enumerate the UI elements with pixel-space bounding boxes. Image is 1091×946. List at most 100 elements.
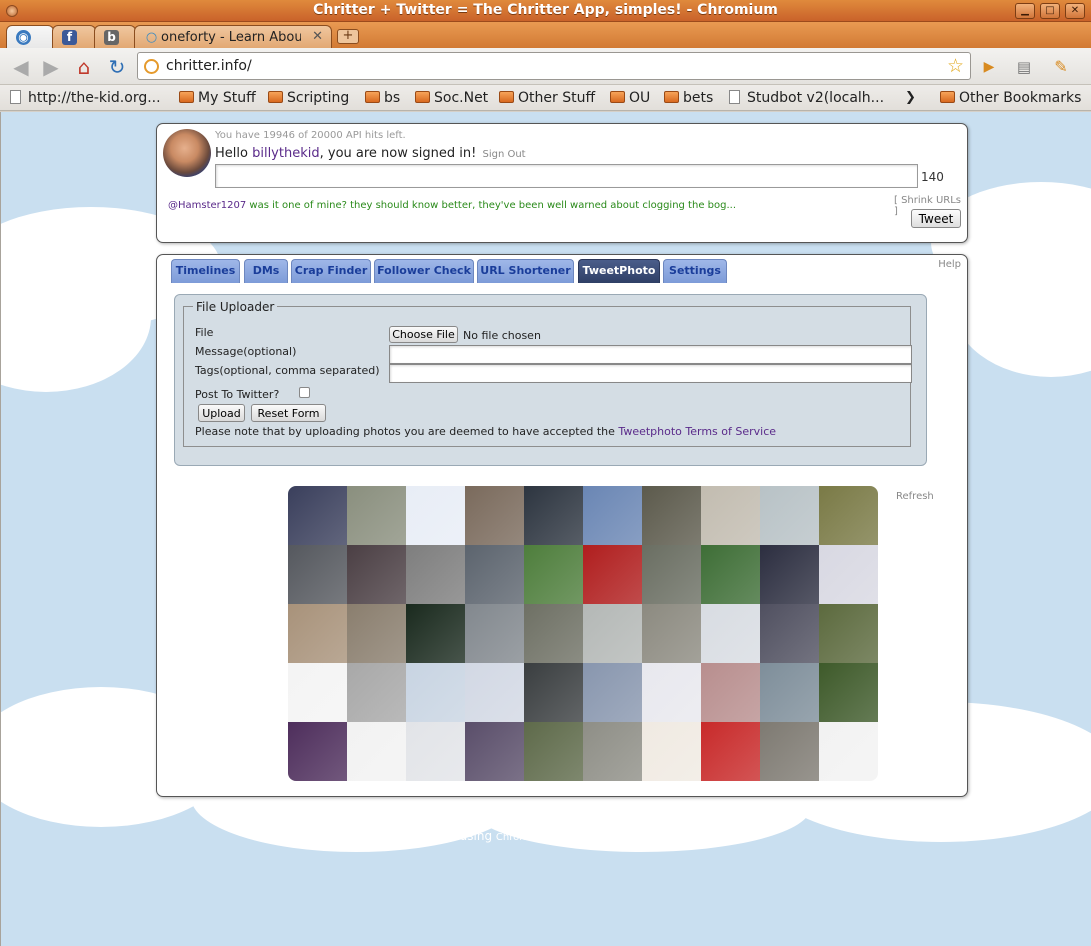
photo-thumbnail[interactable]	[465, 486, 524, 545]
tab-timelines[interactable]: Timelines	[171, 259, 240, 283]
tab-facebook[interactable]: f	[52, 25, 96, 48]
photo-thumbnail[interactable]	[406, 604, 465, 663]
photo-thumbnail[interactable]	[819, 545, 878, 604]
bookmark-other-stuff[interactable]: Other Stuff	[499, 88, 595, 108]
photo-thumbnail[interactable]	[347, 604, 406, 663]
tab-url-shortener[interactable]: URL Shortener	[477, 259, 574, 283]
help-link[interactable]: Help	[938, 259, 961, 270]
tweet-input[interactable]	[215, 164, 918, 188]
photo-thumbnail[interactable]	[819, 486, 878, 545]
sign-out-link[interactable]: Sign Out	[482, 149, 525, 160]
photo-thumbnail[interactable]	[760, 722, 819, 781]
photo-thumbnail[interactable]	[288, 486, 347, 545]
photo-thumbnail[interactable]	[642, 722, 701, 781]
back-icon[interactable]: ◀	[10, 56, 32, 78]
photo-thumbnail[interactable]	[642, 663, 701, 722]
chrome-link[interactable]: Chrome	[496, 832, 535, 843]
close-tab-icon[interactable]: ✕	[312, 29, 323, 44]
photo-thumbnail[interactable]	[288, 604, 347, 663]
username-link[interactable]: billythekid	[252, 146, 320, 161]
bookmark-star-icon[interactable]: ☆	[947, 55, 964, 77]
upload-button[interactable]: Upload	[198, 404, 245, 422]
photo-thumbnail[interactable]	[642, 604, 701, 663]
wrench-icon[interactable]: ✎	[1050, 56, 1072, 78]
address-bar[interactable]: ☆	[137, 52, 971, 80]
photo-thumbnail[interactable]	[819, 663, 878, 722]
photo-thumbnail[interactable]	[583, 722, 642, 781]
bookmark-bets[interactable]: bets	[664, 88, 713, 108]
photo-thumbnail[interactable]	[288, 663, 347, 722]
reply-mention-link[interactable]: @Hamster1207	[168, 200, 246, 211]
tags-input[interactable]	[389, 364, 912, 383]
photo-thumbnail[interactable]	[406, 722, 465, 781]
photo-thumbnail[interactable]	[406, 486, 465, 545]
maximize-button[interactable]: □	[1040, 3, 1060, 19]
photo-thumbnail[interactable]	[406, 663, 465, 722]
reset-form-button[interactable]: Reset Form	[251, 404, 326, 422]
photo-thumbnail[interactable]	[760, 486, 819, 545]
photo-thumbnail[interactable]	[524, 604, 583, 663]
bookmarks-overflow-icon[interactable]: ❯	[905, 88, 916, 108]
tab-dms[interactable]: DMs	[244, 259, 288, 283]
terms-of-service-link[interactable]: Tweetphoto Terms of Service	[618, 425, 776, 438]
photo-thumbnail[interactable]	[701, 663, 760, 722]
message-input[interactable]	[389, 345, 912, 364]
photo-thumbnail[interactable]	[760, 663, 819, 722]
photo-thumbnail[interactable]	[760, 545, 819, 604]
tweet-button[interactable]: Tweet	[911, 209, 961, 228]
forward-icon[interactable]: ▶	[40, 56, 62, 78]
new-tab-button[interactable]: +	[337, 29, 359, 44]
footer-user-link[interactable]: billythekid	[449, 814, 501, 825]
photo-thumbnail[interactable]	[347, 486, 406, 545]
photo-thumbnail[interactable]	[583, 545, 642, 604]
reload-icon[interactable]: ↻	[106, 56, 128, 78]
photo-thumbnail[interactable]	[347, 663, 406, 722]
bookmark-studbot[interactable]: Studbot v2(localh...	[729, 88, 884, 108]
bookmark-bs[interactable]: bs	[365, 88, 400, 108]
photo-thumbnail[interactable]	[701, 486, 760, 545]
photo-thumbnail[interactable]	[583, 604, 642, 663]
photo-thumbnail[interactable]	[465, 722, 524, 781]
photo-thumbnail[interactable]	[524, 722, 583, 781]
tweetphoto-link[interactable]: TweetPhoto	[633, 814, 690, 825]
tab-chritter[interactable]: ◉	[6, 25, 54, 48]
url-input[interactable]	[166, 56, 926, 76]
bookmark-ou[interactable]: OU	[610, 88, 650, 108]
photo-thumbnail[interactable]	[406, 545, 465, 604]
close-window-button[interactable]: ✕	[1065, 3, 1085, 19]
photo-thumbnail[interactable]	[524, 486, 583, 545]
tab-follower-check[interactable]: Follower Check	[374, 259, 474, 283]
photo-thumbnail[interactable]	[819, 604, 878, 663]
tab-settings[interactable]: Settings	[663, 259, 727, 283]
post-to-twitter-checkbox[interactable]	[299, 387, 310, 398]
twitter-link[interactable]: Twitter	[582, 814, 616, 825]
photo-thumbnail[interactable]	[583, 486, 642, 545]
page-menu-icon[interactable]: ▤	[1013, 56, 1035, 78]
photo-thumbnail[interactable]	[760, 604, 819, 663]
play-icon[interactable]: ▶	[978, 56, 1000, 78]
photo-thumbnail[interactable]	[465, 604, 524, 663]
tab-oneforty[interactable]: ○ oneforty - Learn Abou... ✕	[134, 25, 332, 48]
photo-thumbnail[interactable]	[819, 722, 878, 781]
tab-crap-finder[interactable]: Crap Finder	[291, 259, 371, 283]
tab-b[interactable]: b	[94, 25, 136, 48]
photo-thumbnail[interactable]	[642, 545, 701, 604]
bookmark-other-bookmarks[interactable]: Other Bookmarks	[940, 88, 1081, 108]
photo-thumbnail[interactable]	[701, 545, 760, 604]
photo-thumbnail[interactable]	[347, 722, 406, 781]
bookmark-soc-net[interactable]: Soc.Net	[415, 88, 488, 108]
photo-thumbnail[interactable]	[524, 545, 583, 604]
refresh-link[interactable]: Refresh	[896, 491, 934, 502]
choose-file-button[interactable]: Choose File	[389, 326, 458, 343]
photo-thumbnail[interactable]	[288, 722, 347, 781]
photo-thumbnail[interactable]	[347, 545, 406, 604]
photo-thumbnail[interactable]	[642, 486, 701, 545]
bookmark-scripting[interactable]: Scripting	[268, 88, 349, 108]
photo-thumbnail[interactable]	[701, 722, 760, 781]
tab-tweetphoto[interactable]: TweetPhoto	[578, 259, 660, 283]
bookmark-my-stuff[interactable]: My Stuff	[179, 88, 256, 108]
photo-thumbnail[interactable]	[583, 663, 642, 722]
bookmark-the-kid[interactable]: http://the-kid.org...	[10, 88, 161, 108]
minimize-button[interactable]: ▁	[1015, 3, 1035, 19]
photo-thumbnail[interactable]	[465, 663, 524, 722]
